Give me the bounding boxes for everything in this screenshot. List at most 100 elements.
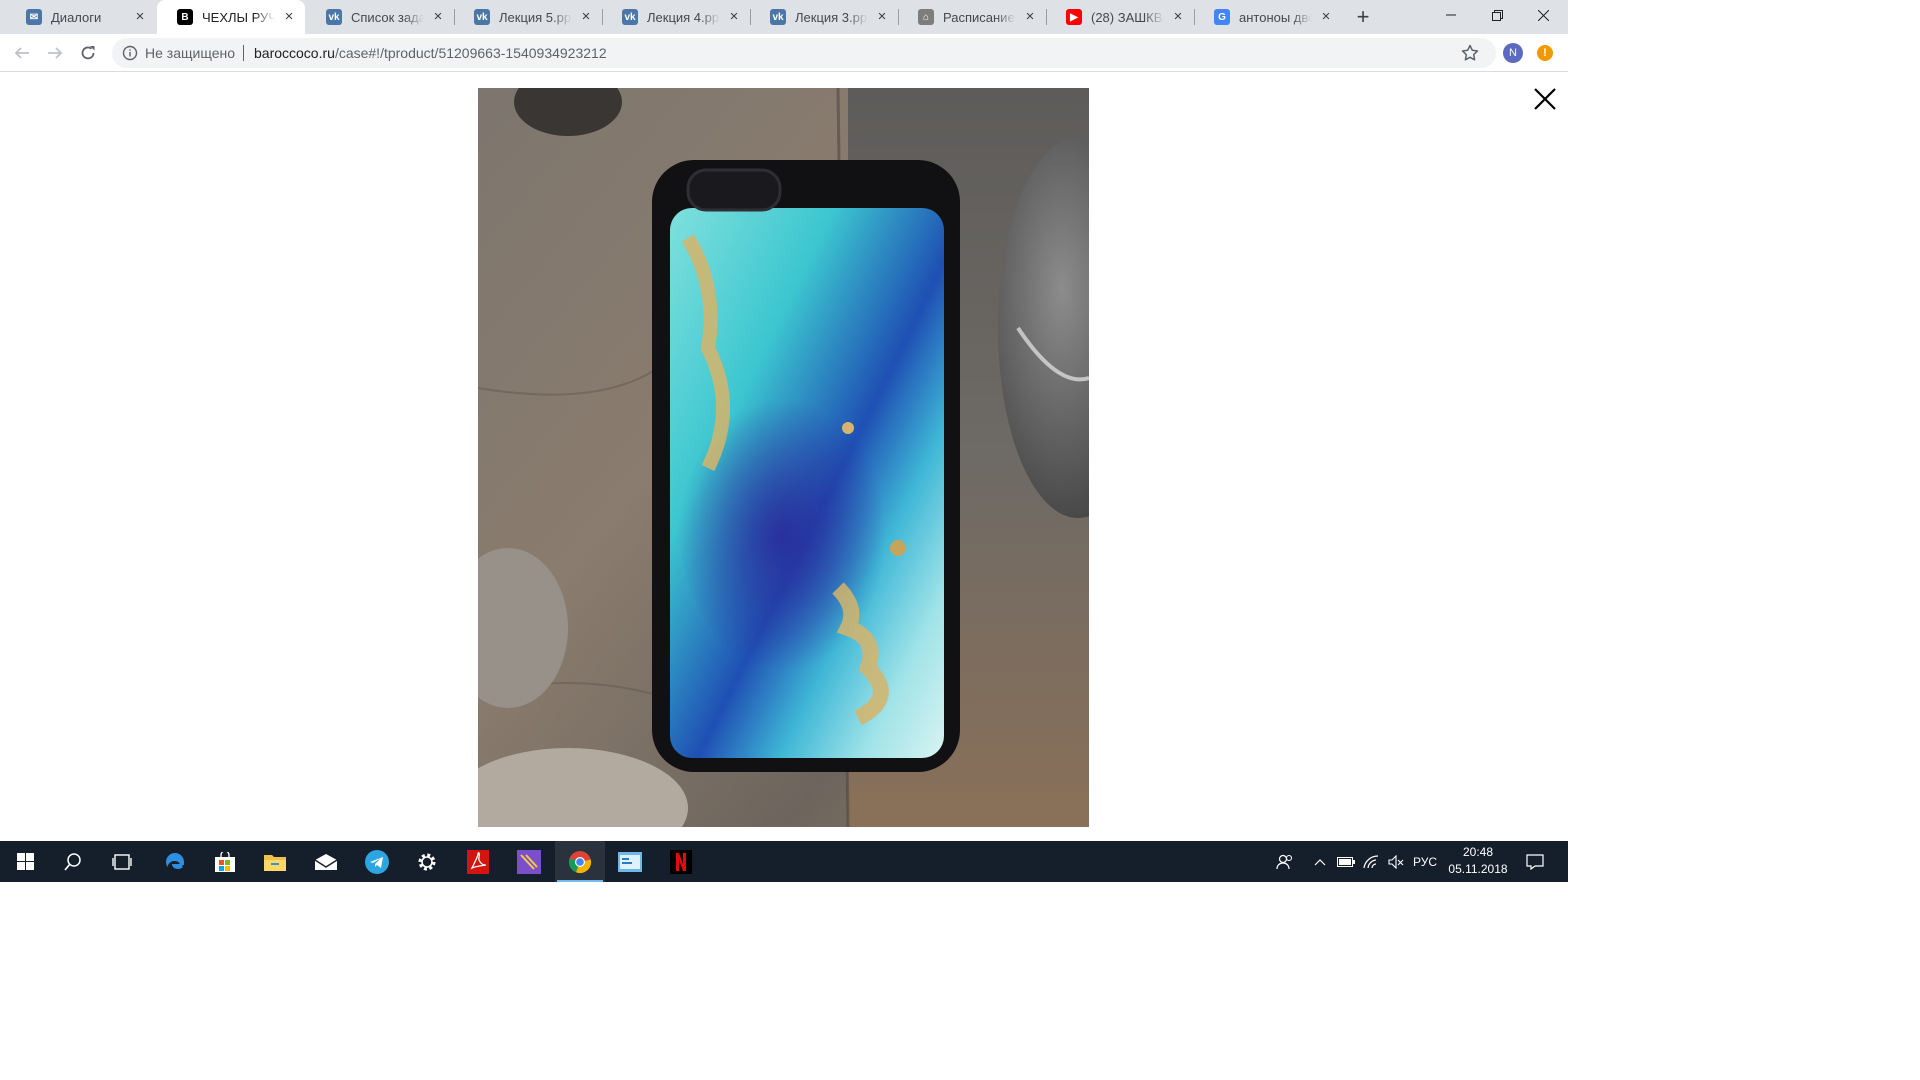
arrow-right-icon <box>48 47 63 59</box>
tab-close-icon[interactable]: × <box>430 9 446 25</box>
acrobat-icon <box>467 849 489 874</box>
restore-button[interactable] <box>1474 0 1520 30</box>
telegram-button[interactable] <box>352 841 402 882</box>
action-center-button[interactable] <box>1520 841 1550 882</box>
windows-icon <box>16 853 34 870</box>
security-label: Не защищено <box>145 45 235 61</box>
folder-icon <box>264 854 286 871</box>
vk-icon: vk <box>622 9 638 25</box>
telegram-icon <box>365 849 389 874</box>
clock[interactable]: 20:48 05.11.2018 <box>1440 844 1516 880</box>
tab-title: Лекция 3.ppt <box>795 9 868 25</box>
mail-button[interactable] <box>301 841 351 882</box>
tab-close-icon[interactable]: × <box>1170 9 1186 25</box>
tab-close-icon[interactable]: × <box>726 9 742 25</box>
vk-icon: vk <box>474 9 490 25</box>
chevron-up-icon <box>1314 858 1326 865</box>
volume-muted-icon <box>1388 854 1404 869</box>
minimize-button[interactable] <box>1428 0 1474 30</box>
new-tab-button[interactable]: + <box>1350 4 1376 30</box>
tab-title: антоноы двор <box>1239 9 1312 25</box>
address-divider <box>243 45 244 61</box>
battery-button[interactable] <box>1334 841 1358 882</box>
mail-icon <box>314 853 338 870</box>
product-photo <box>478 88 1089 827</box>
people-icon <box>1276 854 1293 869</box>
tab-7[interactable]: ⌂ Расписание бака × <box>898 0 1046 34</box>
tab-title: Лекция 4.ppt <box>647 9 720 25</box>
tab-4[interactable]: vk Лекция 5.ppt × <box>454 0 602 34</box>
tab-close-icon[interactable]: × <box>132 9 148 25</box>
update-badge-icon[interactable]: ! <box>1537 45 1553 61</box>
tab-close-icon[interactable]: × <box>1022 9 1038 25</box>
tab-5[interactable]: vk Лекция 4.ppt × <box>602 0 750 34</box>
university-icon: ⌂ <box>918 9 934 25</box>
tab-6[interactable]: vk Лекция 3.ppt × <box>750 0 898 34</box>
tab-strip: ✉ Диалоги × B ЧЕХЛЫ РУЧНОЙ × vk Список заданий ×… <box>0 0 1568 34</box>
tab-8[interactable]: ▶ (28) ЗАШКВАРН × <box>1046 0 1194 34</box>
settings-button[interactable] <box>402 841 452 882</box>
tab-title: Диалоги <box>51 9 126 25</box>
info-icon[interactable] <box>122 45 138 61</box>
volume-button[interactable] <box>1384 841 1408 882</box>
tab-title: ЧЕХЛЫ РУЧНОЙ <box>202 9 275 25</box>
windows-taskbar: РУС 20:48 05.11.2018 <box>0 841 1568 882</box>
minimize-icon <box>1446 14 1456 16</box>
tab-9[interactable]: Gантоноы двор × <box>1194 0 1342 34</box>
b-logo-icon: B <box>177 9 193 25</box>
reload-icon <box>81 46 95 60</box>
tab-title: Лекция 5.ppt <box>499 9 572 25</box>
task-view-icon <box>112 853 132 870</box>
chrome-button[interactable] <box>555 841 605 882</box>
show-hidden-icons-button[interactable] <box>1308 841 1332 882</box>
tab-title: Расписание бака <box>943 9 1016 25</box>
wifi-button[interactable] <box>1359 841 1383 882</box>
back-button[interactable] <box>8 39 36 67</box>
tab-1[interactable]: ✉ Диалоги × <box>6 0 156 34</box>
gear-icon <box>418 853 436 870</box>
edge-button[interactable] <box>150 841 200 882</box>
tab-close-icon[interactable]: × <box>578 9 594 25</box>
tab-close-icon[interactable]: × <box>281 9 297 25</box>
control-panel-button[interactable] <box>605 841 655 882</box>
tab-2[interactable]: B ЧЕХЛЫ РУЧНОЙ × <box>157 0 305 34</box>
tab-close-icon[interactable]: × <box>874 9 890 25</box>
clock-date: 05.11.2018 <box>1448 862 1508 876</box>
browser-toolbar: Не защищено baroccoco.ru/case#!/tproduct… <box>0 34 1568 72</box>
visual-studio-icon <box>517 849 541 874</box>
store-button[interactable] <box>200 841 250 882</box>
edge-icon <box>166 852 184 869</box>
close-icon <box>1537 9 1549 21</box>
visual-studio-button[interactable] <box>504 841 554 882</box>
youtube-icon: ▶ <box>1066 9 1082 25</box>
tab-3[interactable]: vk Список заданий × <box>306 0 454 34</box>
url-path: /case#!/tproduct/51209663-1540934923212 <box>334 45 607 61</box>
wifi-icon <box>1363 854 1379 868</box>
clock-time: 20:48 <box>1462 845 1494 859</box>
start-button[interactable] <box>0 841 50 882</box>
vk-icon: vk <box>770 9 786 25</box>
tab-title: (28) ЗАШКВАРН <box>1091 9 1164 25</box>
search-button[interactable] <box>48 841 98 882</box>
chrome-icon <box>568 850 592 873</box>
close-lightbox-button[interactable] <box>1532 86 1558 112</box>
bookmark-star-icon[interactable] <box>1460 43 1480 63</box>
reload-button[interactable] <box>74 39 102 67</box>
language-indicator[interactable]: РУС <box>1410 841 1440 882</box>
forward-button[interactable] <box>41 39 69 67</box>
close-window-button[interactable] <box>1520 0 1566 30</box>
netflix-button[interactable] <box>656 841 706 882</box>
people-button[interactable] <box>1270 841 1300 882</box>
file-explorer-button[interactable] <box>250 841 300 882</box>
task-view-button[interactable] <box>97 841 147 882</box>
vk-icon: vk <box>326 9 342 25</box>
google-icon: G <box>1214 9 1230 25</box>
tab-close-icon[interactable]: × <box>1318 9 1334 25</box>
url-host: baroccoco.ru <box>254 45 335 61</box>
acrobat-button[interactable] <box>453 841 503 882</box>
tab-title: Список заданий <box>351 9 424 25</box>
profile-avatar[interactable]: N <box>1503 43 1523 63</box>
search-icon <box>64 852 81 871</box>
address-bar[interactable]: Не защищено baroccoco.ru/case#!/tproduct… <box>112 38 1496 68</box>
vk-messages-icon: ✉ <box>26 9 42 25</box>
